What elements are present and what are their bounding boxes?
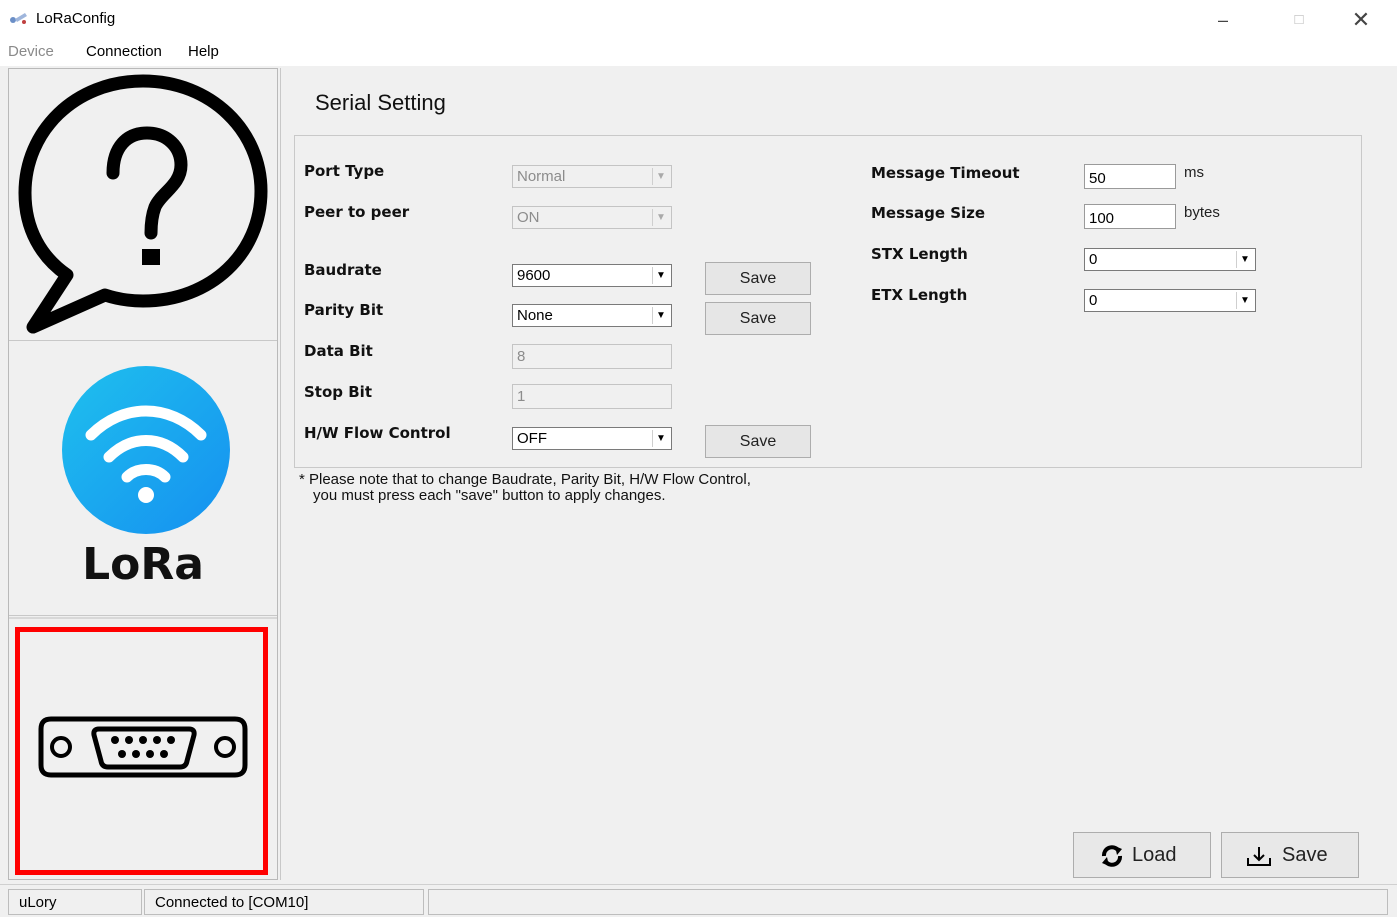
chevron-down-icon: ▼ [652,168,669,185]
data-bit-value: 8 [517,348,526,365]
label-message-size: Message Size [871,204,986,222]
save-button[interactable]: Save [1221,832,1359,878]
label-parity-bit: Parity Bit [304,301,384,319]
note-line-2: you must press each "save" button to app… [313,487,666,504]
menu-connection[interactable]: Connection [86,43,162,60]
main-panel: Serial Setting Port Type Peer to peer Ba… [280,68,1389,880]
status-app: uLory [19,894,57,911]
save-note: * Please note that to change Baudrate, P… [299,472,751,504]
refresh-icon [1102,845,1122,867]
stx-length-value: 0 [1089,251,1098,268]
note-line-1: * Please note that to change Baudrate, P… [299,471,751,488]
chevron-down-icon: ▼ [652,209,669,226]
save-baudrate-button[interactable]: Save [705,262,811,295]
port-type-value: Normal [517,168,566,185]
label-etx-length: ETX Length [871,286,968,304]
message-size-input[interactable]: 100 [1084,204,1176,229]
etx-length-value: 0 [1089,292,1098,309]
label-stx-length: STX Length [871,245,968,263]
label-stop-bit: Stop Bit [304,383,372,401]
window-title: LoRaConfig [36,10,116,27]
menu-bar: Device Connection Help [0,40,1397,66]
sidebar: LoRa [8,68,278,880]
menu-device[interactable]: Device [8,43,54,60]
parity-bit-value: None [517,307,553,324]
status-empty-cell [428,889,1388,915]
sidebar-item-lora[interactable]: LoRa [9,341,277,616]
status-app-cell: uLory [8,889,142,915]
stop-bit-field: 1 [512,384,672,409]
sidebar-item-help[interactable] [9,69,277,341]
title-bar: LoRaConfig – □ ✕ [0,0,1397,40]
port-type-select[interactable]: Normal ▼ [512,165,672,188]
minimize-button[interactable]: – [1200,4,1246,36]
message-size-value: 100 [1089,210,1115,227]
page-title: Serial Setting [315,90,446,115]
stx-length-select[interactable]: 0 ▼ [1084,248,1256,271]
save-label: Save [1282,844,1328,866]
lora-label: LoRa [82,539,204,590]
status-bar: uLory Connected to [COM10] [0,884,1397,917]
baudrate-select[interactable]: 9600 ▼ [512,264,672,287]
label-baudrate: Baudrate [304,261,382,279]
parity-bit-select[interactable]: None ▼ [512,304,672,327]
stop-bit-value: 1 [517,388,526,405]
serial-port-icon [38,716,248,778]
label-peer-to-peer: Peer to peer [304,203,410,221]
etx-length-select[interactable]: 0 ▼ [1084,289,1256,312]
message-timeout-unit: ms [1184,164,1204,181]
baudrate-value: 9600 [517,267,551,284]
save-parity-bit-button[interactable]: Save [705,302,811,335]
close-button[interactable]: ✕ [1338,4,1384,36]
peer-to-peer-value: ON [517,209,540,226]
chevron-down-icon: ▼ [652,430,669,447]
label-message-timeout: Message Timeout [871,164,1020,182]
sidebar-item-serial[interactable] [9,617,277,879]
status-connection-cell: Connected to [COM10] [144,889,424,915]
message-timeout-input[interactable]: 50 [1084,164,1176,189]
download-icon [1247,847,1271,866]
settings-group: Port Type Peer to peer Baudrate Parity B… [294,135,1362,468]
label-hw-flow-control: H/W Flow Control [304,424,451,442]
load-label: Load [1132,844,1177,866]
message-size-unit: bytes [1184,204,1220,221]
load-button[interactable]: Load [1073,832,1211,878]
chevron-down-icon: ▼ [652,307,669,324]
label-port-type: Port Type [304,162,385,180]
peer-to-peer-select[interactable]: ON ▼ [512,206,672,229]
data-bit-field: 8 [512,344,672,369]
maximize-button[interactable]: □ [1276,4,1322,36]
save-hw-flow-control-button[interactable]: Save [705,425,811,458]
help-bubble-icon [18,74,268,334]
app-icon [10,13,27,24]
lora-wifi-icon [62,366,230,534]
chevron-down-icon: ▼ [652,267,669,284]
hw-flow-control-select[interactable]: OFF ▼ [512,427,672,450]
status-connection: Connected to [COM10] [155,894,309,911]
chevron-down-icon: ▼ [1236,251,1253,268]
hw-flow-control-value: OFF [517,430,547,447]
chevron-down-icon: ▼ [1236,292,1253,309]
message-timeout-value: 50 [1089,170,1106,187]
label-data-bit: Data Bit [304,342,373,360]
menu-help[interactable]: Help [188,43,219,60]
